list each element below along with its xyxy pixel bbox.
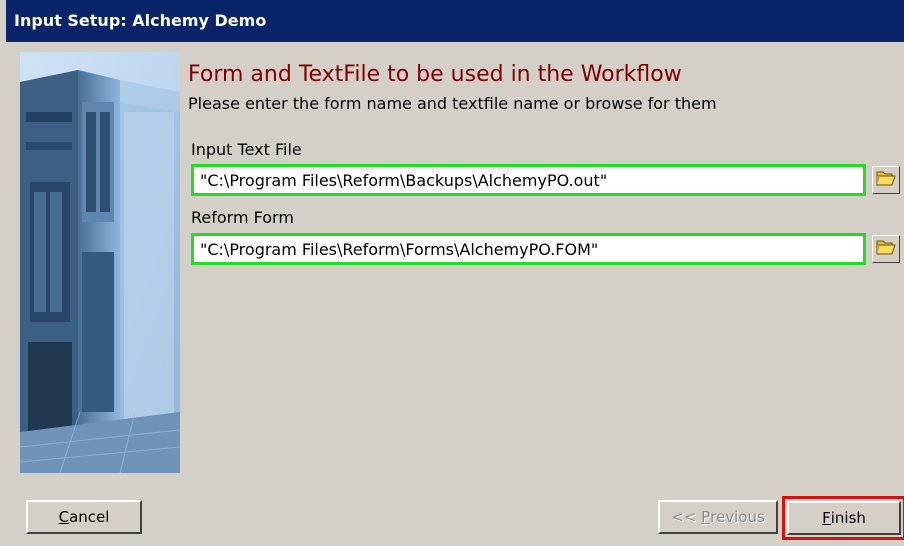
previous-prefix: << xyxy=(671,508,702,526)
input-text-file-field[interactable] xyxy=(191,164,866,196)
previous-hotkey: P xyxy=(701,508,711,526)
dialog-heading: Form and TextFile to be used in the Work… xyxy=(188,62,682,87)
reform-form-label: Reform Form xyxy=(191,208,294,227)
previous-label: revious xyxy=(710,508,765,526)
finish-label: inish xyxy=(830,509,866,527)
cancel-hotkey: C xyxy=(58,508,70,526)
window-title: Input Setup: Alchemy Demo xyxy=(14,11,267,30)
window-titlebar: Input Setup: Alchemy Demo xyxy=(6,0,904,42)
cancel-button[interactable]: Cancel xyxy=(26,500,142,534)
dialog-subtitle: Please enter the form name and textfile … xyxy=(188,94,717,113)
finish-highlight: Finish xyxy=(782,496,904,540)
dialog-body: Form and TextFile to be used in the Work… xyxy=(6,42,904,546)
input-text-file-label: Input Text File xyxy=(191,140,302,159)
folder-open-icon xyxy=(876,169,896,191)
server-rack-image xyxy=(20,52,180,473)
finish-hotkey: F xyxy=(822,509,831,527)
browse-reform-form-button[interactable] xyxy=(872,235,900,263)
folder-open-icon xyxy=(876,238,896,260)
finish-button[interactable]: Finish xyxy=(787,501,901,535)
reform-form-field[interactable] xyxy=(191,233,866,265)
previous-button[interactable]: << Previous xyxy=(658,500,778,534)
browse-input-text-file-button[interactable] xyxy=(872,166,900,194)
cancel-label: ancel xyxy=(69,508,110,526)
